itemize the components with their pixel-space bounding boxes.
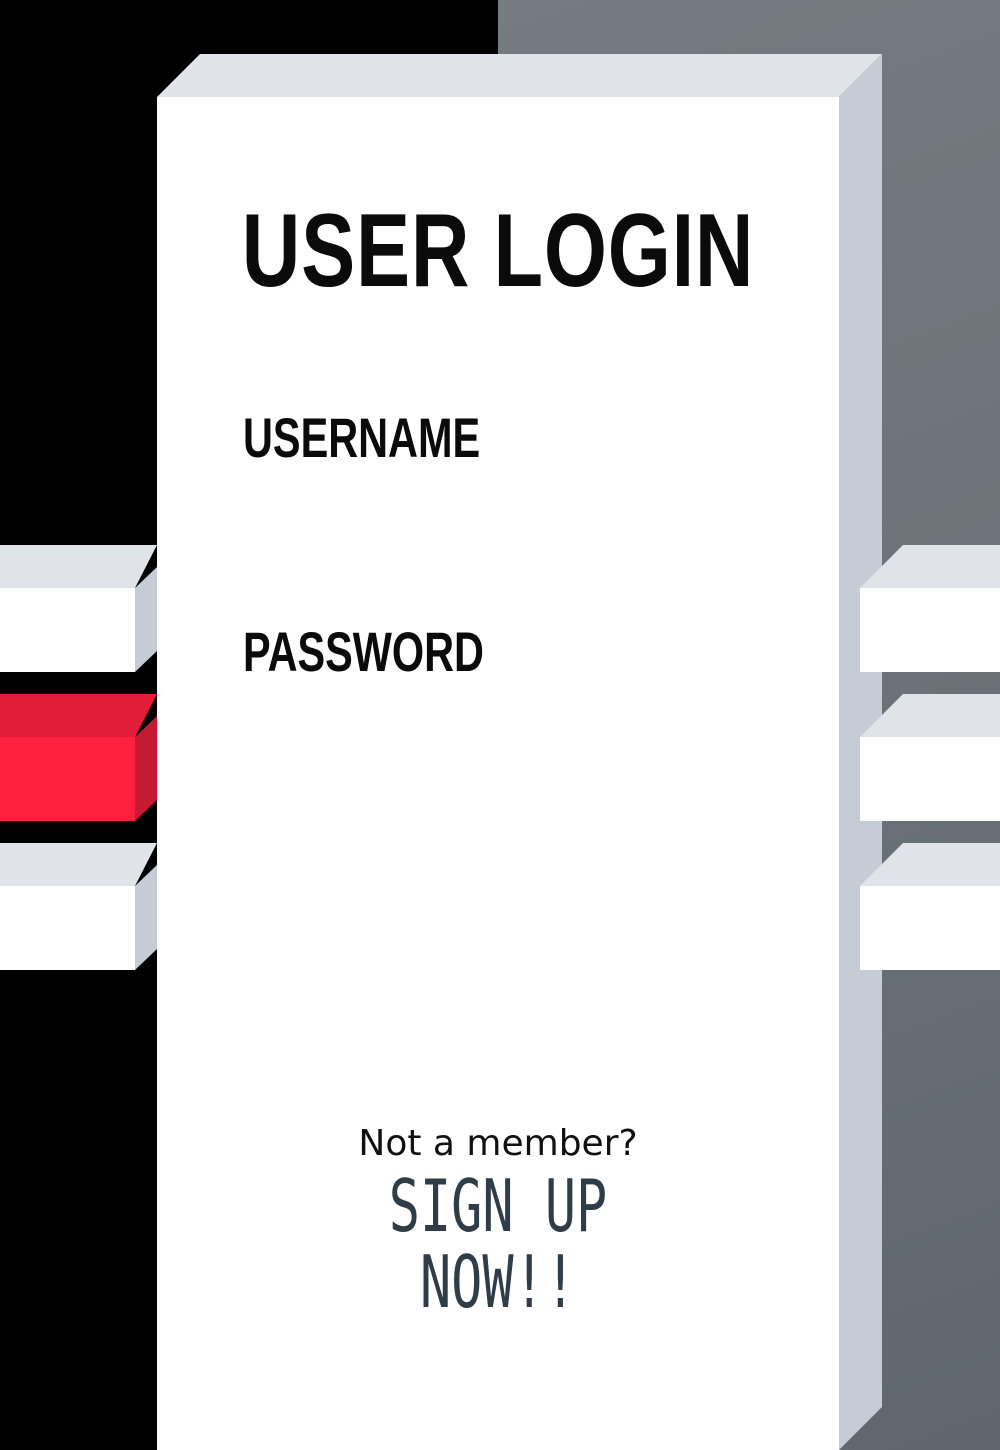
signup-link-line1: SIGN UP [388,1164,608,1248]
left-tab-2-active[interactable] [0,694,157,821]
username-input[interactable] [243,480,763,540]
login-title: USER LOGIN [241,193,755,309]
left-tab-1[interactable] [0,545,157,672]
username-label: USERNAME [243,406,481,469]
signup-link-line2: NOW!! [419,1240,577,1324]
password-input[interactable] [243,694,763,754]
password-label: PASSWORD [243,620,484,683]
card-top-bevel [157,54,882,97]
signup-prompt: Not a member? [358,1123,638,1164]
signup-link[interactable]: SIGN UP NOW!! [252,1168,743,1320]
left-tab-3[interactable] [0,843,157,970]
